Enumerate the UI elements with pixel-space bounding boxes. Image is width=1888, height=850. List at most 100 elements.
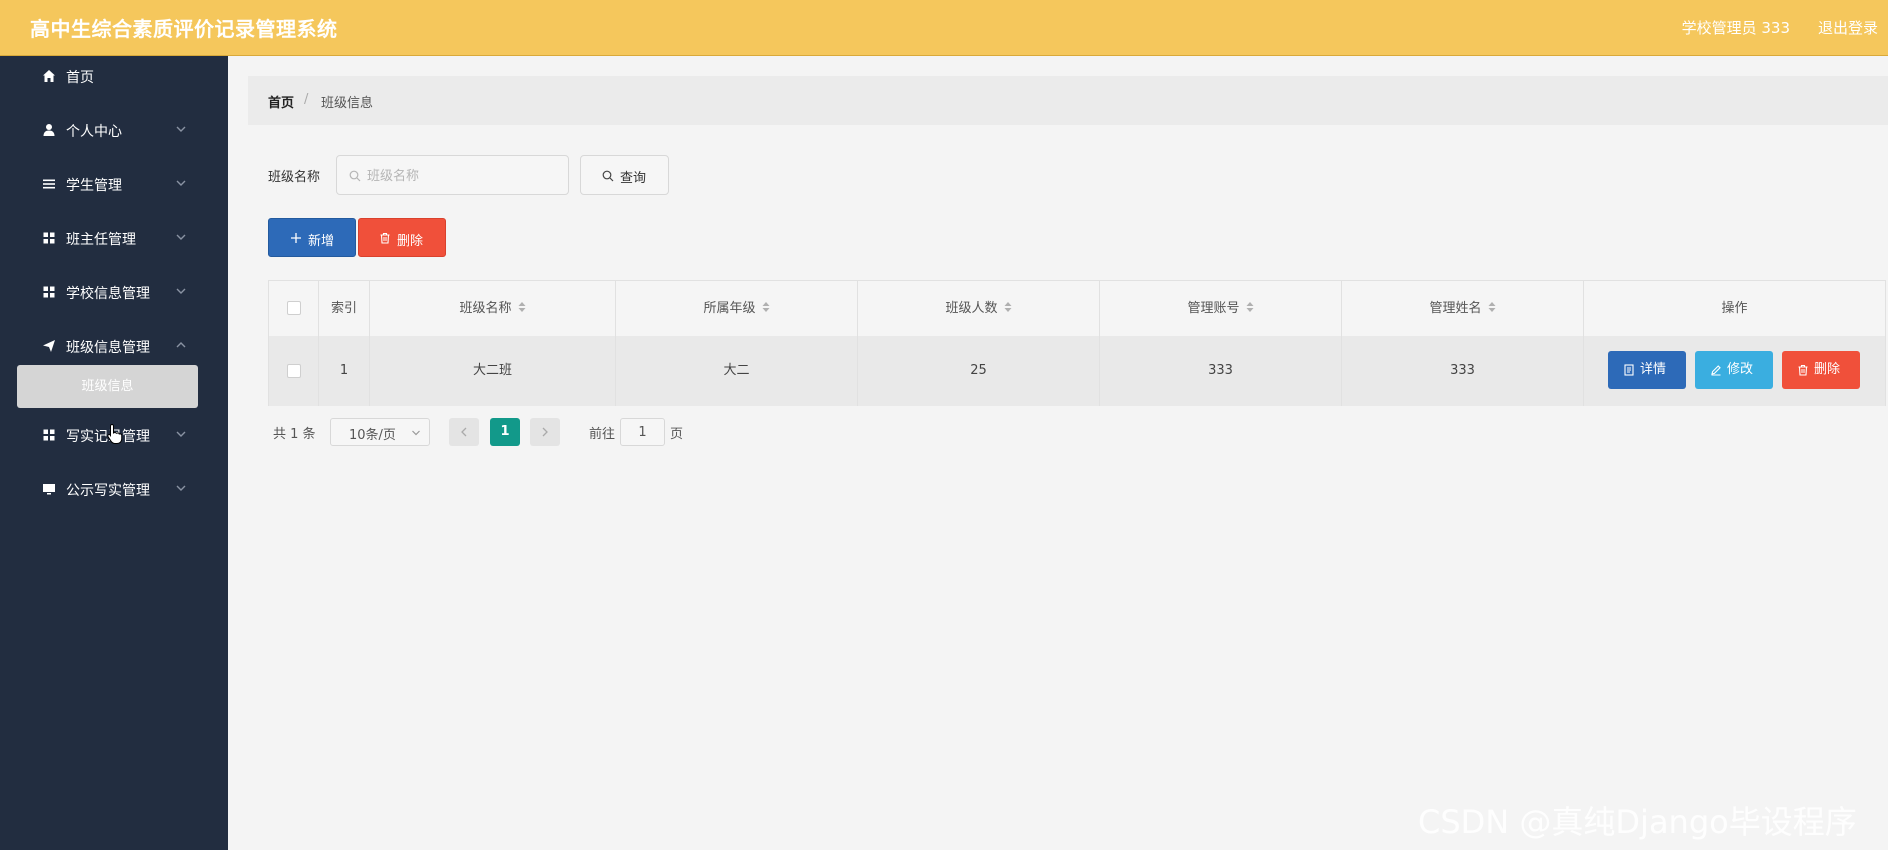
home-icon	[43, 70, 55, 82]
page-size-value: 10条/页	[349, 428, 396, 443]
breadcrumb-home[interactable]: 首页	[268, 92, 294, 111]
table-cell-class-name: 大二班	[370, 336, 616, 406]
column-label: 管理姓名	[1429, 301, 1482, 316]
edit-button-label: 修改	[1727, 362, 1754, 377]
batch-delete-button-label: 删除	[397, 234, 424, 249]
delete-button[interactable]: 删除	[1782, 351, 1860, 389]
chevron-up-icon	[176, 342, 186, 348]
query-button-label: 查询	[620, 171, 647, 186]
next-page-button[interactable]	[530, 418, 560, 446]
column-label: 所属年级	[703, 301, 756, 316]
sidebar-item-label: 学生管理	[66, 178, 122, 194]
grid-icon	[43, 232, 55, 244]
sort-icon	[1488, 302, 1495, 312]
sort-icon	[762, 302, 769, 312]
document-icon	[1624, 364, 1634, 376]
plus-icon	[291, 233, 301, 243]
chevron-down-icon	[176, 180, 186, 186]
sidebar: 首页 个人中心 学生管理 班主任管理 学校信息管理 班级信息管理 班级信息 写实…	[0, 56, 228, 850]
table-header-class-name[interactable]: 班级名称	[370, 281, 616, 336]
table-header-select	[269, 281, 319, 336]
table-cell-manager-name: 333	[1342, 336, 1584, 406]
breadcrumb: 首页 / 班级信息	[248, 76, 1888, 125]
sidebar-item-class-info-management[interactable]: 班级信息管理	[0, 326, 228, 366]
table-header-manager-name[interactable]: 管理姓名	[1342, 281, 1584, 336]
detail-button-label: 详情	[1640, 362, 1667, 377]
row-checkbox[interactable]	[287, 364, 301, 378]
chevron-down-icon	[176, 126, 186, 132]
sidebar-item-label: 个人中心	[66, 124, 122, 140]
chevron-down-icon	[176, 485, 186, 491]
trash-icon	[1798, 364, 1808, 376]
table-cell-index: 1	[319, 336, 370, 406]
breadcrumb-current: 班级信息	[321, 96, 374, 111]
page-size-select[interactable]: 10条/页	[330, 418, 430, 446]
table-header-actions: 操作	[1721, 301, 1748, 316]
user-icon	[43, 124, 55, 136]
page-number-current[interactable]: 1	[490, 418, 520, 446]
add-button[interactable]: 新增	[268, 218, 356, 257]
pagination-total: 共 1 条	[273, 427, 316, 442]
chevron-down-icon	[176, 234, 186, 240]
sidebar-item-school-info-management[interactable]: 学校信息管理	[0, 272, 228, 312]
table-header-manager-account[interactable]: 管理账号	[1100, 281, 1342, 336]
app-title: 高中生综合素质评价记录管理系统	[30, 17, 338, 41]
table-cell-select	[269, 336, 319, 406]
sidebar-item-label: 公示写实管理	[66, 483, 150, 499]
sidebar-item-public-record-management[interactable]: 公示写实管理	[0, 469, 228, 509]
sidebar-item-student-management[interactable]: 学生管理	[0, 164, 228, 204]
chevron-left-icon	[461, 427, 467, 437]
sidebar-item-label: 班主任管理	[66, 232, 136, 248]
query-button[interactable]: 查询	[580, 155, 669, 195]
page-suffix: 页	[670, 427, 684, 442]
breadcrumb-separator: /	[304, 92, 309, 107]
monitor-icon	[43, 484, 55, 495]
column-label: 班级人数	[945, 301, 998, 316]
table-header-index: 索引	[319, 281, 370, 336]
table-cell-manager-account: 333	[1100, 336, 1342, 406]
search-field[interactable]	[336, 155, 569, 195]
table-cell-grade: 大二	[616, 336, 858, 406]
grid-icon	[43, 429, 55, 441]
current-user: 学校管理员 333	[1681, 19, 1790, 37]
hand-cursor-icon	[107, 423, 123, 444]
trash-icon	[380, 232, 390, 244]
detail-button[interactable]: 详情	[1608, 351, 1686, 389]
send-icon	[43, 340, 55, 352]
prev-page-button[interactable]	[449, 418, 479, 446]
chevron-down-icon	[176, 431, 186, 437]
table-header-class-size[interactable]: 班级人数	[858, 281, 1100, 336]
sidebar-item-home[interactable]: 首页	[0, 56, 228, 96]
search-icon	[602, 170, 614, 182]
chevron-down-icon	[412, 430, 420, 436]
goto-page-input[interactable]	[620, 418, 665, 446]
search-label: 班级名称	[268, 170, 321, 185]
sort-icon	[1246, 302, 1253, 312]
sidebar-item-label: 学校信息管理	[66, 286, 150, 302]
grid-icon	[43, 286, 55, 298]
top-header: 高中生综合素质评价记录管理系统 学校管理员 333 退出登录	[0, 0, 1888, 56]
table-cell-class-size: 25	[858, 336, 1100, 406]
sidebar-item-personal-center[interactable]: 个人中心	[0, 110, 228, 150]
batch-delete-button[interactable]: 删除	[358, 218, 446, 257]
class-info-table: 索引 班级名称 所属年级 班级人数 管理账号 管理姓名 操作 1 大二班 大二 …	[268, 280, 1886, 406]
search-icon	[349, 170, 361, 182]
table-header-grade[interactable]: 所属年级	[616, 281, 858, 336]
sidebar-item-head-teacher-management[interactable]: 班主任管理	[0, 218, 228, 258]
sidebar-item-label: 班级信息管理	[66, 340, 150, 356]
edit-button[interactable]: 修改	[1695, 351, 1773, 389]
goto-label: 前往	[589, 427, 616, 442]
sort-icon	[518, 302, 525, 312]
chevron-right-icon	[542, 427, 548, 437]
sidebar-item-label: 首页	[66, 70, 94, 86]
watermark: CSDN @真纯Django毕设程序	[1418, 803, 1857, 841]
sort-icon	[1004, 302, 1011, 312]
select-all-checkbox[interactable]	[287, 301, 301, 315]
search-input[interactable]	[367, 165, 557, 187]
column-label: 班级名称	[459, 301, 512, 316]
sidebar-subitem-class-info[interactable]: 班级信息	[17, 365, 198, 408]
edit-icon	[1711, 365, 1721, 376]
logout-link[interactable]: 退出登录	[1818, 17, 1878, 38]
list-icon	[43, 179, 55, 189]
column-label: 管理账号	[1187, 301, 1240, 316]
